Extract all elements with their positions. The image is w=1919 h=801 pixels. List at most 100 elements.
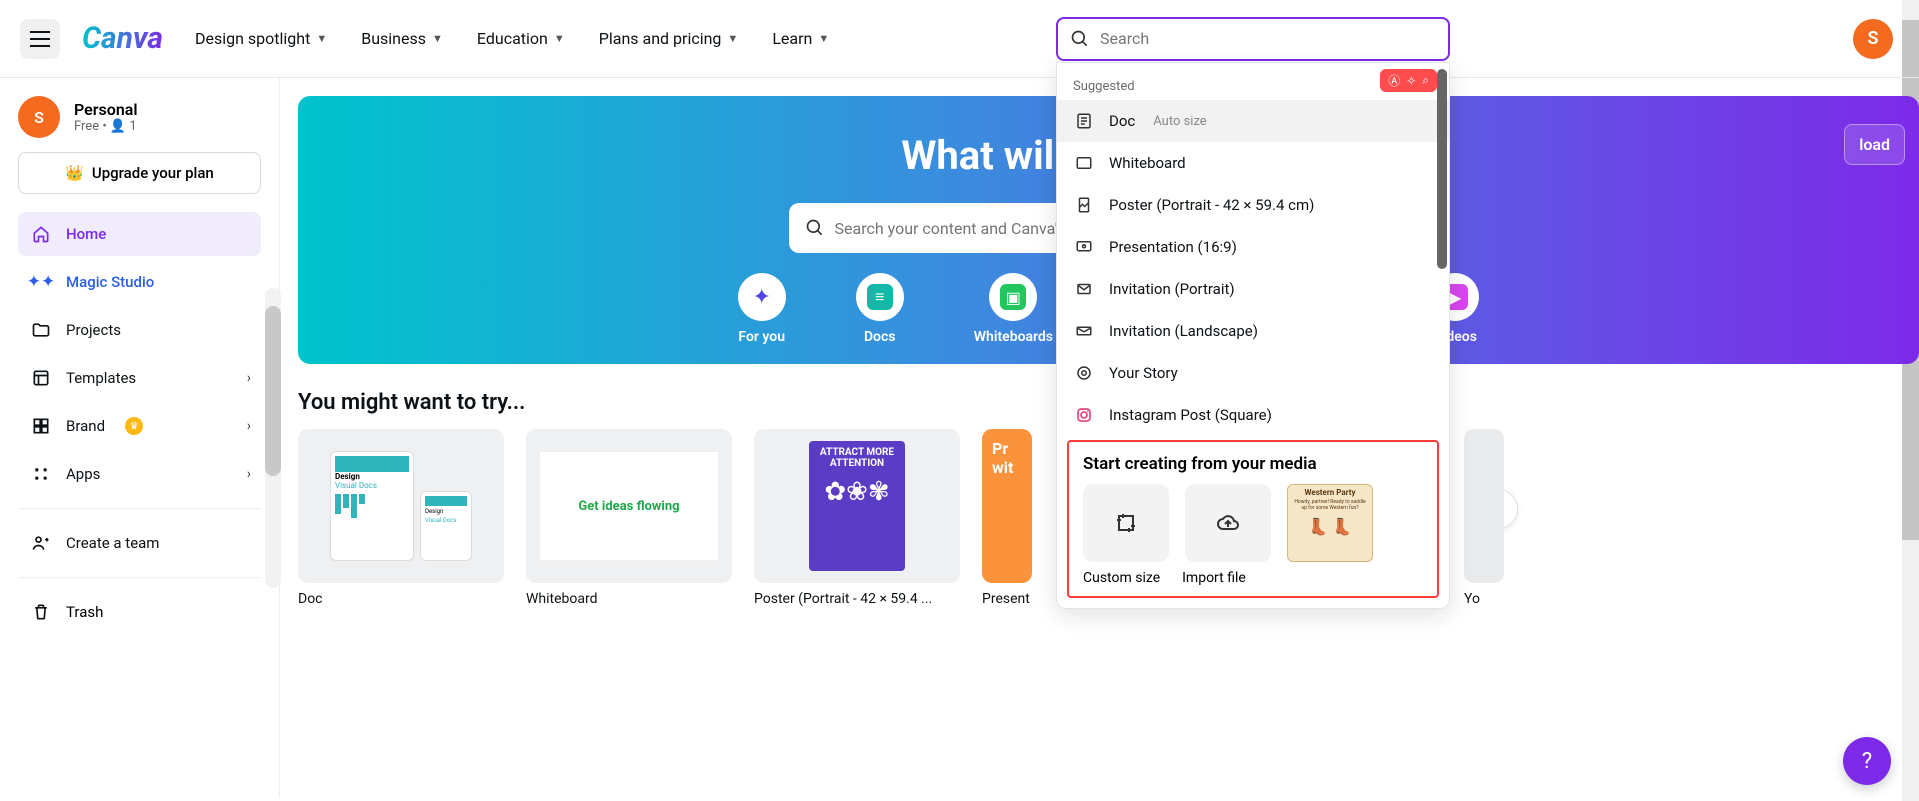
category-for-you[interactable]: ✦For you: [738, 273, 786, 345]
card-partial[interactable]: Yo: [1464, 429, 1504, 607]
upgrade-plan-button[interactable]: 👑 Upgrade your plan: [18, 152, 261, 194]
ai-icon: Ⓐ: [1388, 72, 1400, 89]
import-file-label: Import file: [1182, 570, 1246, 586]
sidebar-label: Templates: [66, 369, 136, 387]
help-fab-button[interactable]: ?: [1843, 737, 1891, 785]
nav-label: Plans and pricing: [599, 29, 722, 48]
card-title: Whiteboard: [526, 591, 732, 607]
suggestion-your-story[interactable]: Your Story: [1057, 352, 1449, 394]
nav-business[interactable]: Business▼: [361, 29, 443, 48]
custom-size-label: Custom size: [1083, 570, 1160, 586]
invitation-icon: [1073, 278, 1095, 300]
main-layout: S Personal Free • 👤 1 👑 Upgrade your pla…: [0, 78, 1919, 798]
category-label: Docs: [864, 329, 896, 345]
card-whiteboard[interactable]: Get ideas flowing Whiteboard: [526, 429, 732, 607]
sidebar-item-trash[interactable]: Trash: [18, 590, 261, 634]
suggestion-sublabel: Auto size: [1153, 114, 1206, 129]
search-suggestions-dropdown: Ⓐ✧⌕ Suggested Doc Auto size Whiteboard P…: [1056, 62, 1450, 609]
dropdown-scrollbar[interactable]: [1437, 69, 1447, 269]
suggestion-invitation-portrait[interactable]: Invitation (Portrait): [1057, 268, 1449, 310]
top-nav: Design spotlight▼ Business▼ Education▼ P…: [195, 29, 829, 48]
trash-icon: [30, 601, 52, 623]
suggestion-label: Whiteboard: [1109, 154, 1186, 172]
custom-size-tile[interactable]: [1083, 484, 1169, 562]
suggestion-instagram-post[interactable]: Instagram Post (Square): [1057, 394, 1449, 436]
sidebar-item-templates[interactable]: Templates ›: [18, 356, 261, 400]
sidebar-item-magic-studio[interactable]: ✦✦ Magic Studio: [18, 260, 261, 304]
sidebar-item-home[interactable]: Home: [18, 212, 261, 256]
chevron-down-icon: ▼: [727, 32, 738, 45]
recent-upload-tile[interactable]: Western Party Howdy, partner! Ready to s…: [1287, 484, 1373, 562]
sidebar-scrollbar[interactable]: [265, 288, 281, 588]
sidebar-label: Create a team: [66, 534, 159, 552]
category-docs[interactable]: ≡ Docs: [856, 273, 904, 345]
suggestion-label: Invitation (Landscape): [1109, 322, 1258, 340]
sidebar: S Personal Free • 👤 1 👑 Upgrade your pla…: [0, 78, 280, 798]
import-file-tile[interactable]: [1185, 484, 1271, 562]
apps-icon: [30, 463, 52, 485]
recent-sub: Howdy, partner! Ready to saddle up for s…: [1291, 499, 1369, 511]
sidebar-divider: [18, 577, 261, 578]
instagram-icon: [1073, 404, 1095, 426]
card-presentation[interactable]: Pr wit Present: [982, 429, 1032, 607]
whiteboard-icon: ▣: [1000, 284, 1026, 310]
media-box-title: Start creating from your media: [1083, 454, 1423, 474]
global-search-input[interactable]: [1100, 29, 1436, 48]
start-from-media-box: Start creating from your media Western P…: [1067, 440, 1439, 598]
team-icon: [30, 532, 52, 554]
workspace-switcher[interactable]: S Personal Free • 👤 1: [18, 96, 261, 138]
chevron-down-icon: ▼: [316, 32, 327, 45]
presentation-icon: [1073, 236, 1095, 258]
custom-size-icon: [1114, 511, 1138, 535]
doc-icon: ≡: [867, 284, 893, 310]
sidebar-scrollbar-thumb[interactable]: [265, 306, 281, 476]
invitation-landscape-icon: [1073, 320, 1095, 342]
sidebar-label: Apps: [66, 465, 100, 483]
card-thumb: Pr wit: [982, 429, 1032, 583]
global-search[interactable]: [1056, 17, 1450, 61]
recent-title: Western Party: [1291, 488, 1369, 497]
home-icon: [30, 223, 52, 245]
category-whiteboards[interactable]: ▣Whiteboards: [974, 273, 1053, 345]
whiteboard-icon: [1073, 152, 1095, 174]
hamburger-menu-button[interactable]: [20, 19, 60, 59]
user-avatar[interactable]: S: [1853, 19, 1893, 59]
sidebar-item-create-team[interactable]: Create a team: [18, 521, 261, 565]
ai-tools-badge[interactable]: Ⓐ✧⌕: [1380, 69, 1437, 92]
chevron-right-icon: ›: [247, 418, 251, 434]
chevron-down-icon: ▼: [554, 32, 565, 45]
sidebar-label: Brand: [66, 417, 105, 435]
workspace-avatar: S: [18, 96, 60, 138]
suggestion-poster[interactable]: Poster (Portrait - 42 × 59.4 cm): [1057, 184, 1449, 226]
suggestion-presentation[interactable]: Presentation (16:9): [1057, 226, 1449, 268]
card-title: Present: [982, 591, 1032, 607]
suggestion-invitation-landscape[interactable]: Invitation (Landscape): [1057, 310, 1449, 352]
canva-logo[interactable]: Canva: [82, 21, 163, 56]
nav-plans-pricing[interactable]: Plans and pricing ▼: [599, 29, 739, 48]
nav-education[interactable]: Education▼: [477, 29, 565, 48]
sidebar-item-apps[interactable]: Apps ›: [18, 452, 261, 496]
upload-button[interactable]: load: [1844, 124, 1905, 165]
card-title: Poster (Portrait - 42 × 59.4 ...: [754, 591, 960, 607]
sidebar-item-brand[interactable]: Brand ♛ ›: [18, 404, 261, 448]
brand-icon: [30, 415, 52, 437]
chevron-down-icon: ▼: [818, 32, 829, 45]
media-labels: Custom size Import file: [1083, 570, 1423, 586]
crown-icon: 👑: [65, 164, 84, 182]
nav-learn[interactable]: Learn▼: [772, 29, 829, 48]
card-thumb: DesignVisual Docs DesignVisual Docs: [298, 429, 504, 583]
suggestion-doc[interactable]: Doc Auto size: [1057, 100, 1449, 142]
suggestion-whiteboard[interactable]: Whiteboard: [1057, 142, 1449, 184]
sidebar-label: Home: [66, 225, 106, 243]
suggestion-label: Doc: [1109, 112, 1135, 130]
sidebar-item-projects[interactable]: Projects: [18, 308, 261, 352]
pro-badge-icon: ♛: [125, 417, 143, 435]
card-title: Doc: [298, 591, 504, 607]
nav-design-spotlight[interactable]: Design spotlight▼: [195, 29, 327, 48]
card-poster[interactable]: ATTRACT MORE ATTENTION✿❀✾ Poster (Portra…: [754, 429, 960, 607]
folder-icon: [30, 319, 52, 341]
nav-label: Business: [361, 29, 426, 48]
search-icon: [805, 218, 825, 238]
templates-icon: [30, 367, 52, 389]
card-doc[interactable]: DesignVisual Docs DesignVisual Docs Doc: [298, 429, 504, 607]
